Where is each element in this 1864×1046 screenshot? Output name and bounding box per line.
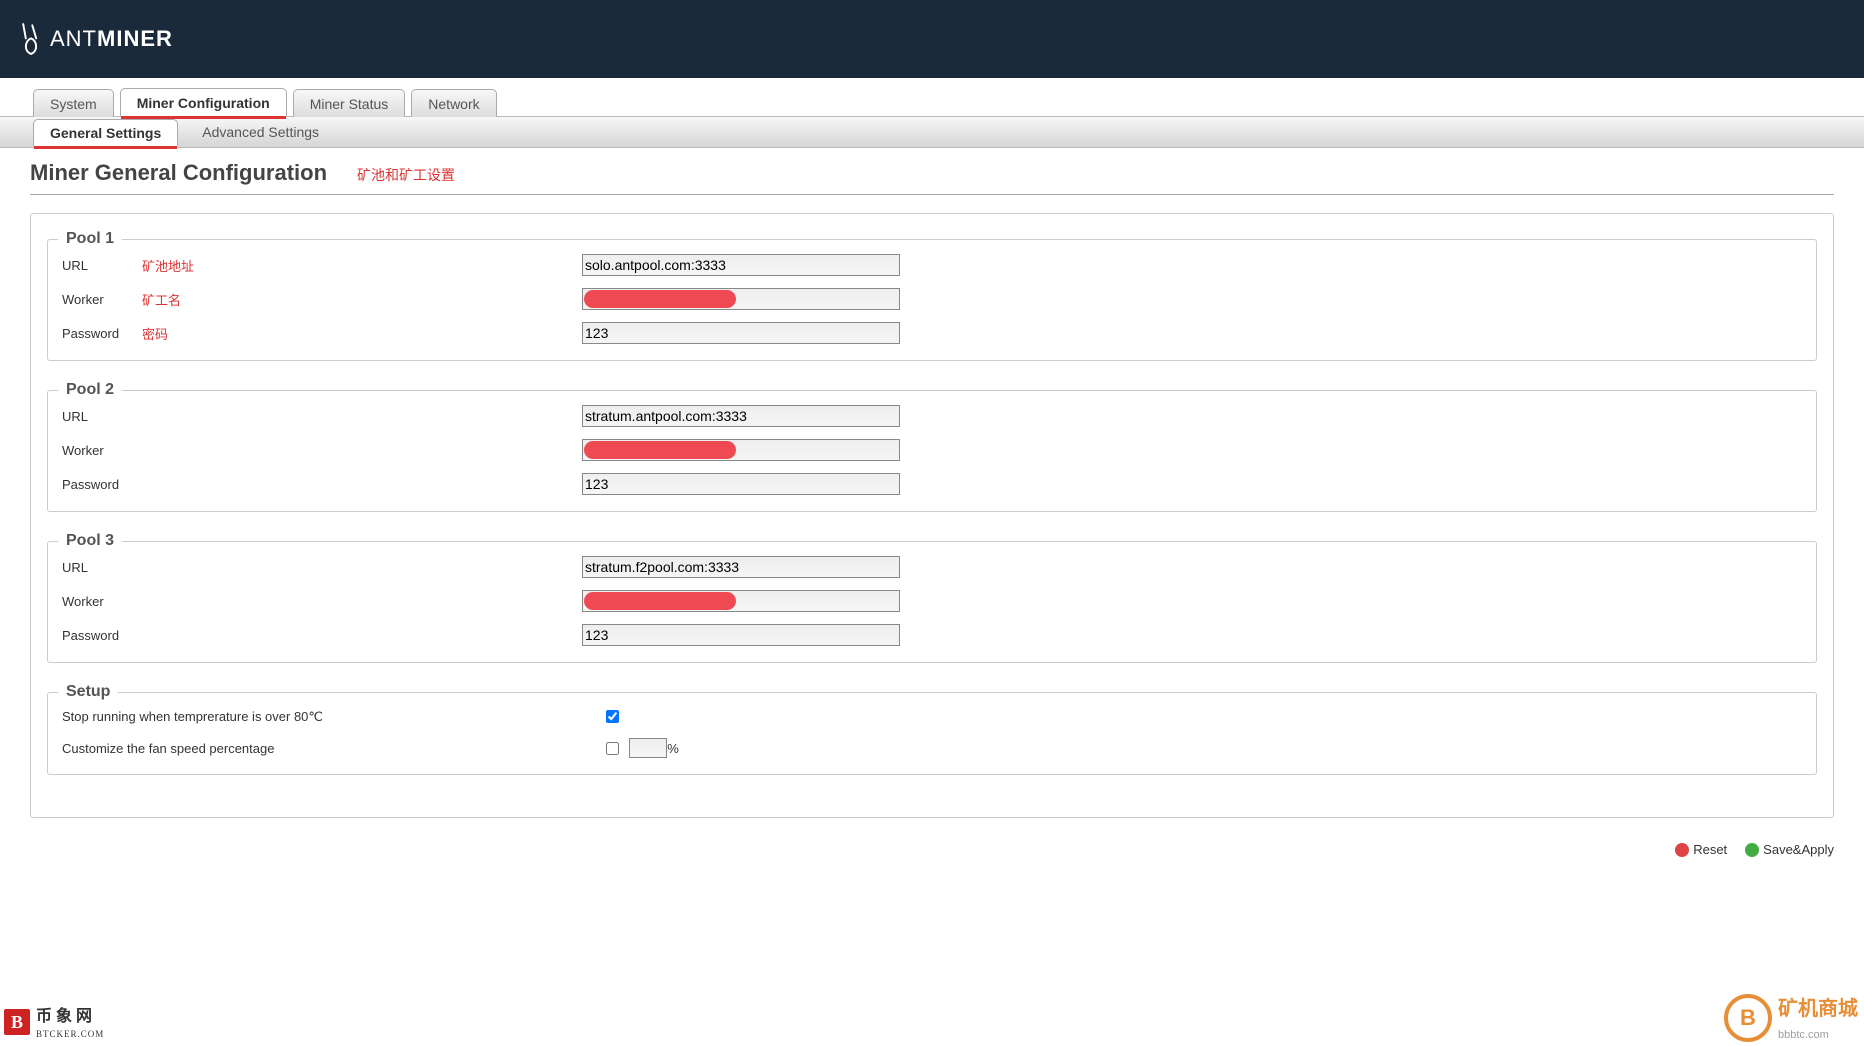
pool1-url-annot: 矿池地址 <box>142 256 582 275</box>
antenna-icon <box>18 21 44 57</box>
pool2-legend: Pool 2 <box>58 381 122 399</box>
pool3-password-input[interactable] <box>582 624 900 646</box>
watermark-right: B 矿机商城 bbbtc.com <box>1724 992 1858 1044</box>
setup-fieldset: Setup Stop running when temprerature is … <box>47 683 1817 775</box>
page-title: Miner General Configuration <box>30 160 327 186</box>
tab-network[interactable]: Network <box>411 89 496 117</box>
watermark-right-icon: B <box>1724 994 1772 1042</box>
watermark-left-icon: B <box>4 1009 30 1035</box>
pool3-worker-label: Worker <box>62 594 142 609</box>
pool3-password-label: Password <box>62 628 142 643</box>
redaction-mark <box>584 592 736 610</box>
app-header: ANTMINER <box>0 0 1864 78</box>
redaction-mark <box>584 290 736 308</box>
pool3-url-input[interactable] <box>582 556 900 578</box>
highlight-underline <box>34 146 177 149</box>
page-title-note: 矿池和矿工设置 <box>357 165 455 185</box>
pool2-url-input[interactable] <box>582 405 900 427</box>
pool3-url-label: URL <box>62 560 142 575</box>
footer-actions: Reset Save&Apply <box>0 834 1864 869</box>
pool1-url-input[interactable] <box>582 254 900 276</box>
pool2-worker-label: Worker <box>62 443 142 458</box>
fanspeed-label: Customize the fan speed percentage <box>62 741 602 756</box>
main-content: Miner General Configuration 矿池和矿工设置 Pool… <box>0 148 1864 818</box>
subtab-advanced-settings[interactable]: Advanced Settings <box>186 119 335 145</box>
tab-system[interactable]: System <box>33 89 114 117</box>
fanspeed-checkbox[interactable] <box>606 742 619 755</box>
pool2-fieldset: Pool 2 URL Worker Password <box>47 381 1817 512</box>
pool1-password-input[interactable] <box>582 322 900 344</box>
pool2-password-label: Password <box>62 477 142 492</box>
pool3-fieldset: Pool 3 URL Worker Password <box>47 532 1817 663</box>
fanspeed-input[interactable] <box>629 738 667 758</box>
reset-icon <box>1675 843 1689 857</box>
pool1-worker-annot: 矿工名 <box>142 290 582 309</box>
subtab-general-settings[interactable]: General Settings <box>33 119 178 146</box>
save-apply-button[interactable]: Save&Apply <box>1745 842 1834 857</box>
brand-logo: ANTMINER <box>18 21 173 57</box>
stoptemp-label: Stop running when temprerature is over 8… <box>62 709 602 725</box>
stoptemp-checkbox[interactable] <box>606 710 619 723</box>
pool1-worker-label: Worker <box>62 292 142 307</box>
pool1-fieldset: Pool 1 URL 矿池地址 Worker 矿工名 Password 密码 <box>47 230 1817 361</box>
pool1-password-label: Password <box>62 326 142 341</box>
redaction-mark <box>584 441 736 459</box>
section-heading: Miner General Configuration 矿池和矿工设置 <box>30 160 1834 195</box>
tab-miner-configuration[interactable]: Miner Configuration <box>120 88 287 117</box>
brand-text-b: MINER <box>97 26 173 51</box>
config-panel: Pool 1 URL 矿池地址 Worker 矿工名 Password 密码 P… <box>30 213 1834 818</box>
pool2-url-label: URL <box>62 409 142 424</box>
reset-button[interactable]: Reset <box>1675 842 1727 857</box>
pool2-password-input[interactable] <box>582 473 900 495</box>
primary-tabs: System Miner Configuration Miner Status … <box>33 86 1864 116</box>
pool1-url-label: URL <box>62 258 142 273</box>
tab-miner-status[interactable]: Miner Status <box>293 89 406 117</box>
setup-legend: Setup <box>58 683 118 701</box>
fanspeed-suffix: % <box>667 741 679 756</box>
pool3-legend: Pool 3 <box>58 532 122 550</box>
pool1-password-annot: 密码 <box>142 324 582 343</box>
pool1-legend: Pool 1 <box>58 230 122 248</box>
save-icon <box>1745 843 1759 857</box>
watermark-left: B 币 象 网 BTCKER.COM <box>4 1002 104 1042</box>
brand-text-a: ANT <box>50 26 97 51</box>
secondary-tabs: General Settings Advanced Settings <box>0 116 1864 148</box>
